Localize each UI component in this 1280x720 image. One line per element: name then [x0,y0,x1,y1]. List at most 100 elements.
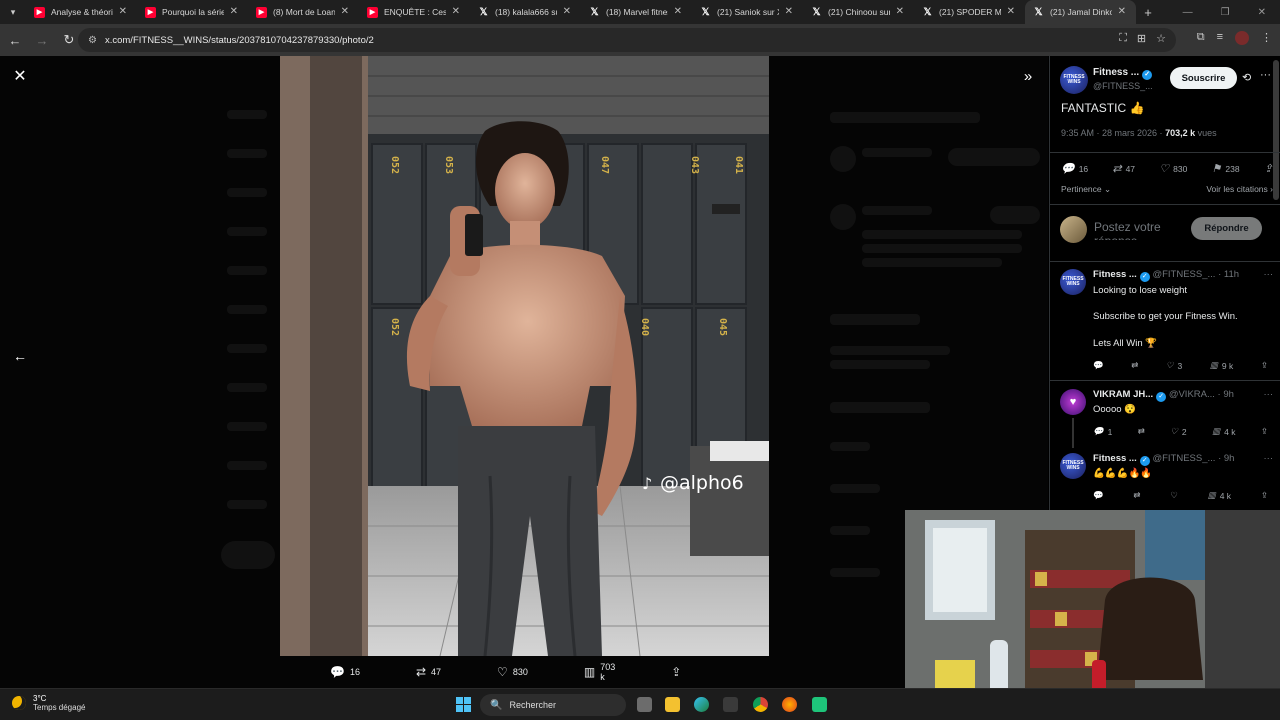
browser-tab[interactable]: 𝕏 (18) kalala666 sur ✕ [470,0,581,24]
like-button[interactable]: ♡ 830 [497,665,528,679]
close-tab-icon[interactable]: ✕ [785,6,793,17]
view-quotes-link[interactable]: Voir les citations › [1206,184,1273,194]
close-tab-icon[interactable]: ✕ [1007,6,1015,17]
repost-button[interactable]: ⇄ 47 [416,665,441,679]
author-handle[interactable]: @FITNESS_... [1093,81,1153,91]
author-avatar[interactable]: FITNESS WINS [1060,66,1088,94]
share-button[interactable]: ⇪ [671,665,681,679]
minimize-icon[interactable]: — [1183,7,1193,18]
reply-avatar[interactable]: ♥ [1060,389,1086,415]
site-info-icon[interactable]: ⚙ [88,35,97,46]
like-button[interactable]: ♡ 2 [1170,426,1186,437]
store-icon[interactable] [723,697,738,712]
reply-icon[interactable]: 💬 [1093,360,1104,371]
more-options-icon[interactable]: ··· [1264,269,1274,280]
task-view-icon[interactable] [637,697,652,712]
weather-widget[interactable]: 3°C Temps dégagé [12,694,85,712]
share-stat-button[interactable]: ⇪ [1264,162,1273,175]
repost-stat-button[interactable]: ⇄ 47 [1112,162,1135,175]
new-tab-button[interactable]: + [1136,5,1160,20]
views-button[interactable]: ▥ 4 k [1208,490,1231,501]
more-options-icon[interactable]: ··· [1264,453,1274,464]
repost-icon[interactable]: ⇄ [1138,426,1145,437]
back-button[interactable]: ← [3,28,27,52]
previous-photo-icon[interactable]: ← [10,346,30,366]
more-options-icon[interactable]: ··· [1260,69,1271,81]
reply-avatar[interactable]: FITNESS WINS [1060,269,1086,295]
repost-icon[interactable]: ⇄ [1133,490,1140,501]
media-controls-icon[interactable]: ≡ [1217,31,1223,45]
reply-stat-button[interactable]: 💬 16 [1061,162,1088,175]
reply-button[interactable]: 💬 1 [1093,426,1112,437]
collapse-panel-icon[interactable]: » [1018,66,1038,86]
cast-icon[interactable]: ⛶ [1119,32,1127,45]
close-tab-icon[interactable]: ✕ [1118,6,1126,17]
reply-icon[interactable]: 💬 [1093,490,1104,501]
close-tab-icon[interactable]: ✕ [230,6,238,17]
bookmark-star-icon[interactable]: ☆ [1156,32,1166,45]
browser-tab[interactable]: ▶ Pourquoi la série ✕ [137,0,248,24]
close-tab-icon[interactable]: ✕ [119,6,127,17]
extensions-icon[interactable]: ⧉ [1197,31,1205,45]
like-button[interactable]: ♡ 3 [1166,360,1182,371]
close-tab-icon[interactable]: ✕ [674,6,682,17]
browser-tab[interactable]: 𝕏(18) Marvel fitness✕ [581,0,692,24]
close-tab-icon[interactable]: ✕ [341,6,349,17]
start-button[interactable] [456,697,471,712]
browser-tab[interactable]: ▶ Analyse & théorie ✕ [26,0,137,24]
grok-icon[interactable]: ⟲ [1242,71,1251,84]
close-tab-icon[interactable]: ✕ [452,6,460,17]
taskbar-search[interactable]: 🔍 Rechercher [480,694,626,716]
more-options-icon[interactable]: ··· [1264,389,1274,400]
tab-search-icon[interactable]: ▾ [0,0,26,24]
reply-avatar[interactable]: FITNESS WINS [1060,453,1086,479]
author-name[interactable]: Fitness ... ✓ [1093,67,1153,80]
share-icon[interactable]: ⇪ [1261,426,1268,437]
heart-icon[interactable]: ♡ [1170,490,1178,501]
verified-badge-icon: ✓ [1156,392,1167,402]
close-window-icon[interactable]: ✕ [1258,7,1266,18]
reply-header: Fitness ... ✓ @FITNESS_... · 11h ··· [1093,269,1273,282]
post-photo[interactable]: 052 053 047 043 041 052 040 045 @alpho6 … [280,56,769,656]
views-button[interactable]: ▥ 9 k [1210,360,1233,371]
repost-icon: ⇄ [415,665,427,679]
file-explorer-icon[interactable] [665,697,680,712]
browser-tab[interactable]: 𝕏 (21) SPODER M ✕ [914,0,1025,24]
firefox-icon[interactable] [782,697,797,712]
address-bar[interactable]: ⚙ x.com/FITNESS__WINS/status/20378107042… [78,28,1176,52]
install-app-icon[interactable]: ⊞ [1137,32,1146,45]
close-tab-icon[interactable]: ✕ [563,6,571,17]
youtube-icon: ▶ [145,6,156,18]
reply-item[interactable]: ♥ VIKRAM JH... ✓ @VIKRA... · 9h ··· Ooooo … [1050,389,1280,447]
sort-dropdown[interactable]: Pertinence ⌄ [1061,184,1111,194]
browser-tab-active[interactable]: 𝕏 (21) Jamal Dinko ✕ [1025,0,1136,24]
profile-avatar[interactable] [1235,31,1249,45]
edge-icon[interactable] [694,697,709,712]
maximize-icon[interactable]: ❐ [1221,7,1230,18]
repost-icon[interactable]: ⇄ [1131,360,1138,371]
like-stat-button[interactable]: ♡ 830 [1159,162,1187,175]
forward-button[interactable]: → [30,28,54,52]
share-icon[interactable]: ⇪ [1261,360,1268,371]
views-button[interactable]: ▥ 703 k [584,662,615,682]
subscribe-button[interactable]: Souscrire [1170,67,1237,89]
browser-tab[interactable]: 𝕏 (21) Chinoou sur ✕ [803,0,914,24]
browser-tab[interactable]: ▶ (8) Mort de Loana ✕ [248,0,359,24]
reply-submit-button[interactable]: Répondre [1191,217,1262,240]
app-icon[interactable] [812,697,827,712]
views-button[interactable]: ▥ 4 k [1212,426,1235,437]
bookmark-stat-button[interactable]: ⚑ 238 [1211,162,1239,175]
close-media-icon[interactable]: ✕ [10,66,30,86]
reply-item[interactable]: FITNESS WINS Fitness ... ✓ @FITNESS_... ·… [1050,453,1280,510]
browser-tab[interactable]: 𝕏 (21) Saniok sur X ✕ [692,0,803,24]
reply-input[interactable]: Postez votre réponse [1094,220,1184,240]
chrome-icon[interactable] [753,697,768,712]
browser-tab[interactable]: ▶ENQUÊTE : Ces Fr✕ [359,0,470,24]
share-icon[interactable]: ⇪ [1261,490,1268,501]
reply-item[interactable]: FITNESS WINS Fitness ... ✓ @FITNESS_... ·… [1050,269,1280,381]
reply-button[interactable]: 💬 16 [330,665,360,679]
browser-menu-icon[interactable]: ⋮ [1261,31,1272,45]
user-avatar[interactable] [1060,216,1087,243]
svg-text:043: 043 [689,156,700,174]
close-tab-icon[interactable]: ✕ [896,6,904,17]
